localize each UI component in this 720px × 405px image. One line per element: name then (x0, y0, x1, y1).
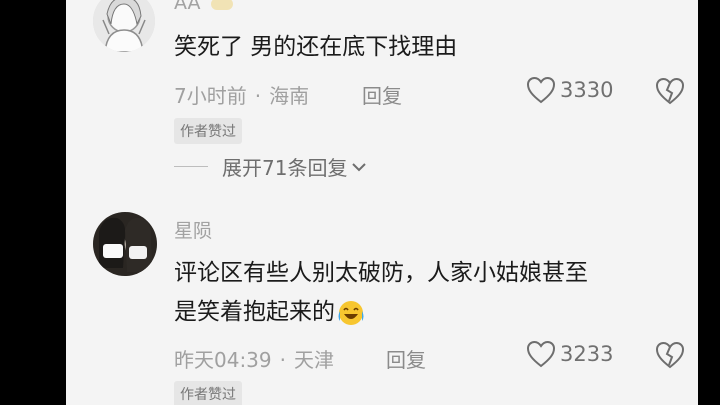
comment-text-line-2: 是笑着抱起来的 (174, 299, 335, 325)
comment-item-1: AA 笑死了 男的还在底下找理由 7小时前 · 海南 回复 3330 作者赞过 展开… (66, 0, 698, 190)
comment-time: 昨天04:39 (174, 348, 272, 372)
avatar[interactable] (93, 212, 157, 276)
like-count: 3330 (560, 78, 614, 102)
expand-divider (174, 166, 208, 167)
level-badge-icon (210, 0, 233, 10)
comment-text-line-1: 评论区有些人别太破防，人家小姑娘甚至 (174, 260, 588, 286)
left-letterbox (0, 0, 66, 405)
broken-heart-icon (655, 341, 685, 369)
comment-time: 7小时前 (174, 84, 247, 108)
comment-meta: 7小时前 · 海南 (174, 84, 310, 108)
reply-button[interactable]: 回复 (386, 344, 426, 373)
avatar[interactable] (93, 0, 155, 52)
comment-text-line-1: 笑死了 男的还在底下找理由 (174, 34, 458, 60)
expand-replies-button[interactable]: 展开71条回复 (174, 152, 369, 181)
comment-text: 评论区有些人别太破防，人家小姑娘甚至 是笑着抱起来的 (174, 254, 588, 332)
username-text: AA (174, 0, 201, 14)
comment-panel: AA 笑死了 男的还在底下找理由 7小时前 · 海南 回复 3330 作者赞过 展开… (66, 0, 698, 405)
broken-heart-icon (655, 77, 685, 105)
author-liked-badge: 作者赞过 (174, 118, 242, 144)
heart-outline-icon (526, 76, 556, 104)
laughing-emoji-icon (338, 300, 364, 325)
heart-outline-icon (526, 340, 556, 368)
comment-text: 笑死了 男的还在底下找理由 (174, 28, 457, 67)
dislike-button[interactable] (655, 341, 685, 373)
comment-location: 海南 (269, 84, 310, 108)
username[interactable]: AA (174, 0, 233, 14)
like-count: 3233 (560, 342, 614, 366)
comment-text-line-2-wrap: 是笑着抱起来的 (174, 293, 588, 332)
dislike-button[interactable] (655, 77, 685, 109)
right-letterbox (698, 0, 720, 405)
comment-location: 天津 (294, 348, 334, 372)
chevron-down-icon (352, 162, 367, 171)
comment-item-2: 星陨 评论区有些人别太破防，人家小姑娘甚至 是笑着抱起来的 昨天04:39 · 天津… (66, 200, 698, 405)
comment-meta: 昨天04:39 · 天津 (174, 348, 334, 372)
expand-replies-label: 展开71条回复 (222, 156, 348, 180)
author-liked-badge: 作者赞过 (174, 381, 242, 405)
username[interactable]: 星陨 (174, 216, 212, 243)
reply-button[interactable]: 回复 (362, 80, 402, 109)
like-button[interactable]: 3233 (526, 340, 613, 368)
like-button[interactable]: 3330 (526, 76, 613, 104)
